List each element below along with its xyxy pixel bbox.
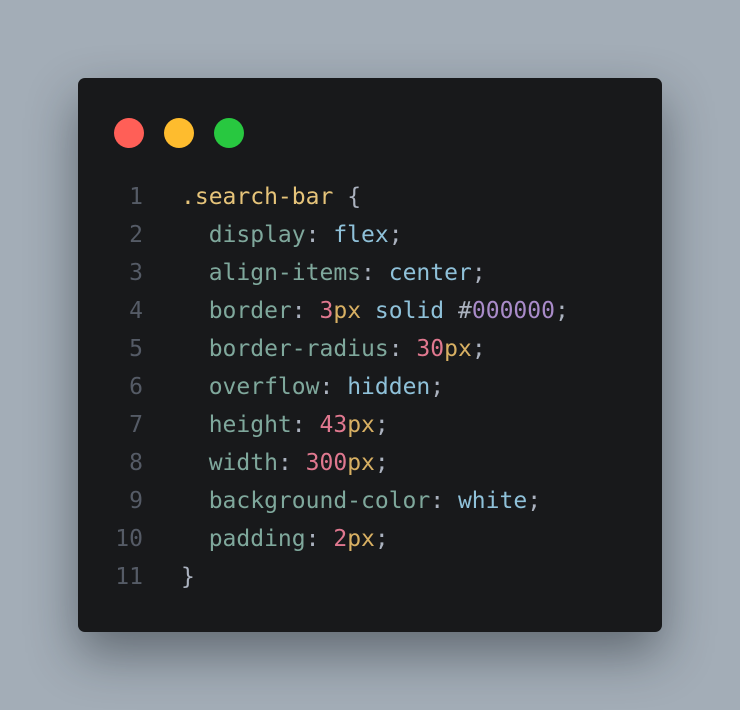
code-line: 4 border: 3px solid #000000; — [78, 292, 662, 330]
code-token-keyword: center — [388, 260, 472, 286]
line-number: 6 — [129, 374, 143, 400]
window-controls — [114, 118, 264, 148]
code-token-punctuation: : — [291, 412, 320, 438]
code-token-punctuation: : — [361, 260, 389, 286]
close-dot[interactable] — [114, 118, 144, 148]
code-token-property: background-color — [181, 488, 431, 514]
code-token-unit: px — [347, 450, 375, 476]
code-window: 1 .search-bar {2 display: flex; 3 align-it… — [78, 78, 662, 632]
code-text: display: flex; — [181, 216, 403, 254]
code-token-punctuation: ; — [374, 526, 389, 552]
code-token-property: width — [181, 450, 278, 476]
code-token-punctuation: ; — [388, 222, 403, 248]
line-number: 10 — [115, 526, 143, 552]
code-token-number: 3 — [319, 298, 334, 324]
code-text: border: 3px solid #000000; — [181, 292, 569, 330]
code-line: 5 border-radius: 30px; — [78, 330, 662, 368]
line-number: 2 — [129, 222, 143, 248]
code-token-punctuation — [333, 184, 347, 210]
line-number: 1 — [129, 184, 143, 210]
code-token-punctuation — [444, 298, 458, 324]
code-token-hex: 000000 — [471, 298, 555, 324]
code-token-keyword: hidden — [347, 374, 431, 400]
code-token-punctuation: ; — [527, 488, 542, 514]
code-token-punctuation: ; — [471, 336, 486, 362]
code-token-punctuation: : — [305, 526, 334, 552]
code-token-punctuation: ; — [374, 450, 389, 476]
line-number: 11 — [115, 564, 143, 590]
code-text: align-items: center; — [181, 254, 486, 292]
code-token-punctuation: # — [458, 298, 472, 324]
code-line: 1 .search-bar { — [78, 178, 662, 216]
code-token-unit: px — [333, 298, 362, 324]
code-token-punctuation: ; — [374, 412, 389, 438]
line-number: 3 — [129, 260, 143, 286]
line-number: 8 — [129, 450, 143, 476]
code-text: .search-bar { — [181, 178, 361, 216]
code-text: padding: 2px; — [181, 520, 389, 558]
code-token-punctuation: : — [277, 450, 306, 476]
maximize-dot[interactable] — [214, 118, 244, 148]
code-token-punctuation: ; — [430, 374, 445, 400]
code-block: 1 .search-bar {2 display: flex; 3 align-it… — [78, 178, 662, 596]
code-line: 2 display: flex; — [78, 216, 662, 254]
code-token-number: 300 — [305, 450, 348, 476]
code-token-number: 43 — [319, 412, 348, 438]
code-token-punctuation: : — [305, 222, 334, 248]
line-number: 4 — [129, 298, 143, 324]
minimize-dot[interactable] — [164, 118, 194, 148]
code-token-property: border-radius — [181, 336, 389, 362]
code-line: 7 height: 43px; — [78, 406, 662, 444]
code-text: width: 300px; — [181, 444, 389, 482]
code-text: height: 43px; — [181, 406, 389, 444]
code-token-punctuation: ; — [471, 260, 486, 286]
code-token-punctuation: : — [430, 488, 458, 514]
code-token-punctuation: } — [181, 564, 195, 590]
code-token-punctuation: ; — [554, 298, 569, 324]
code-text: background-color: white; — [181, 482, 541, 520]
code-token-punctuation — [361, 298, 375, 324]
code-token-property: align-items — [181, 260, 362, 286]
code-token-number: 2 — [333, 526, 348, 552]
code-token-property: border — [181, 298, 292, 324]
code-token-unit: px — [444, 336, 472, 362]
code-line: 10 padding: 2px; — [78, 520, 662, 558]
code-text: border-radius: 30px; — [181, 330, 486, 368]
code-token-punctuation: : — [291, 298, 320, 324]
code-token-keyword: solid — [374, 298, 445, 324]
code-token-punctuation: : — [388, 336, 417, 362]
line-number: 5 — [129, 336, 143, 362]
code-token-property: padding — [181, 526, 306, 552]
code-token-selector: .search-bar — [181, 184, 334, 210]
code-line: 9 background-color: white; — [78, 482, 662, 520]
code-token-keyword: flex — [333, 222, 389, 248]
code-line: 8 width: 300px; — [78, 444, 662, 482]
code-text: overflow: hidden; — [181, 368, 444, 406]
code-token-property: height — [181, 412, 292, 438]
code-token-property: display — [181, 222, 306, 248]
code-token-unit: px — [347, 526, 375, 552]
code-line: 11} — [78, 558, 662, 596]
code-text: } — [181, 558, 195, 596]
code-token-unit: px — [347, 412, 375, 438]
code-line: 6 overflow: hidden; — [78, 368, 662, 406]
line-number: 9 — [129, 488, 143, 514]
code-token-keyword: white — [457, 488, 528, 514]
code-token-number: 30 — [416, 336, 445, 362]
code-line: 3 align-items: center; — [78, 254, 662, 292]
code-token-punctuation: { — [347, 184, 362, 210]
code-token-punctuation: : — [319, 374, 348, 400]
line-number: 7 — [129, 412, 143, 438]
code-token-property: overflow — [181, 374, 320, 400]
